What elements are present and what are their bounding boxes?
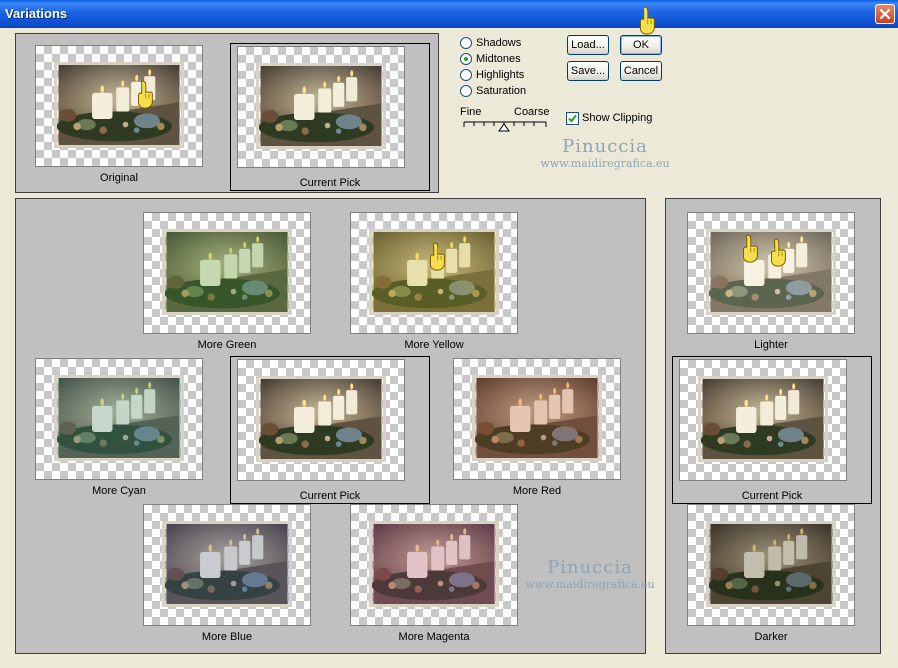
pointing-hand-icon [638,5,656,37]
brightness-panel: Lighter Current Pick Darker [665,198,881,654]
color-variations-panel: More Green More Yellow More Cyan Current… [15,198,655,654]
pointing-hand-icon [428,242,446,272]
watermark-url: www.maidiregrafica.eu [540,157,670,170]
original-label: Original [100,172,138,184]
radio-circle[interactable] [460,69,472,81]
radio-highlights-label: Highlights [476,69,525,81]
current-pick-label: Current Pick [299,177,361,189]
show-clipping-label: Show Clipping [582,112,653,124]
darker-variation[interactable]: Darker [671,496,871,644]
show-clipping-checkbox[interactable] [566,112,579,125]
slider-fine-label: Fine [460,106,482,118]
more-red-variation[interactable]: More Red [437,350,637,498]
watermark: Pinuccia www.maidiregrafica.eu [540,136,670,170]
darker-label: Darker [754,631,788,643]
cancel-button[interactable]: Cancel [620,61,662,81]
watermark-url: www.maidiregrafica.eu [525,578,655,591]
more-magenta-label: More Magenta [398,631,470,643]
check-icon [568,114,577,123]
preview-panel: Original Current Pick [15,33,439,193]
current-pick-variation[interactable]: Current Pick [230,356,430,504]
title-bar: Variations [0,0,898,28]
radio-circle-selected[interactable] [460,53,472,65]
radio-shadows-label: Shadows [476,37,522,49]
more-blue-label: More Blue [201,631,253,643]
close-icon [879,8,891,20]
load-button[interactable]: Load... [567,35,609,55]
current-pick-brightness[interactable]: Current Pick [672,356,872,504]
slider-thumb [498,123,510,132]
fine-coarse-slider[interactable] [462,118,548,134]
radio-circle[interactable] [460,85,472,97]
slider-coarse-label: Coarse [514,106,550,118]
watermark: Pinuccia www.maidiregrafica.eu [520,557,660,591]
radio-midtones-label: Midtones [476,53,521,65]
more-magenta-variation[interactable]: More Magenta [334,496,534,644]
pointing-hand-icon [741,234,759,264]
watermark-name: Pinuccia [547,557,633,578]
watermark-name: Pinuccia [562,136,648,157]
save-button[interactable]: Save... [567,61,609,81]
more-yellow-variation[interactable]: More Yellow [334,204,534,352]
pointing-hand-icon [769,238,787,268]
current-pick-preview: Current Pick [230,43,430,191]
radio-saturation-label: Saturation [476,85,527,97]
original-preview: Original [19,37,219,185]
radio-circle[interactable] [460,37,472,49]
lighter-variation[interactable]: Lighter [671,204,871,352]
window-title: Variations [5,6,68,21]
pointing-hand-icon [136,80,154,110]
more-green-variation[interactable]: More Green [127,204,327,352]
lighter-label: Lighter [754,339,788,351]
ok-button[interactable]: OK [620,35,662,55]
close-button[interactable] [875,4,895,24]
more-blue-variation[interactable]: More Blue [127,496,327,644]
more-cyan-variation[interactable]: More Cyan [19,350,219,498]
